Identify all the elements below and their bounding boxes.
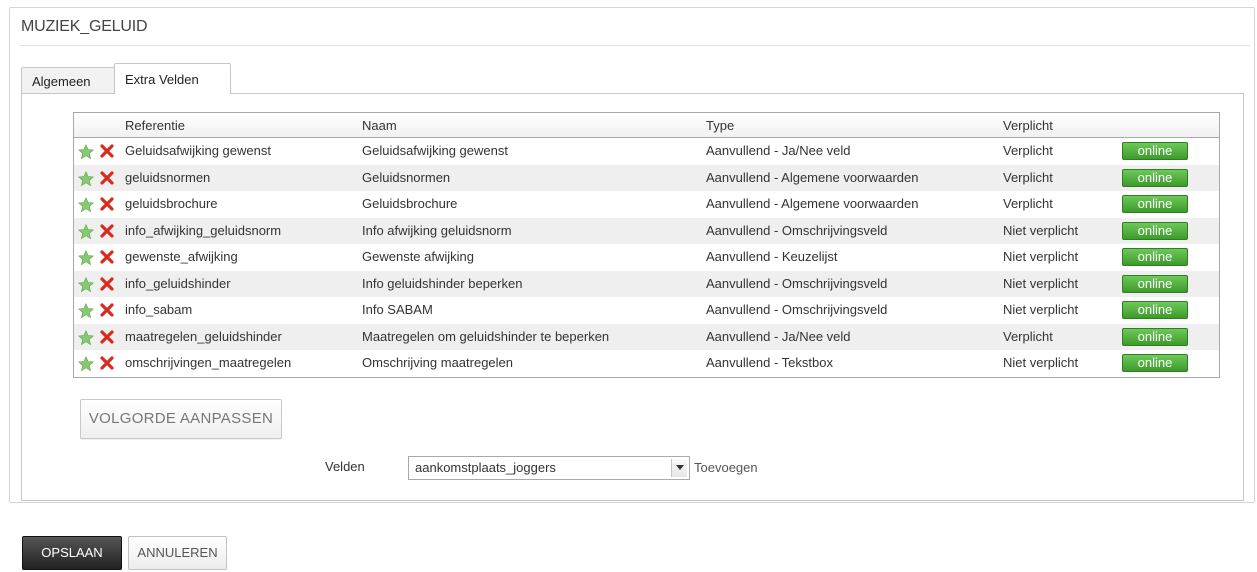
extra-fields-table: Referentie Naam Type Verplicht Geluidsaf… (73, 112, 1220, 378)
star-icon[interactable] (77, 329, 95, 346)
table-row: info_afwijking_geluidsnorm Info afwijking… (74, 217, 1219, 244)
online-button[interactable]: online (1122, 301, 1188, 319)
table-row: Geluidsafwijking gewenst Geluidsafwijking… (74, 138, 1219, 165)
table-row: geluidsbrochure Geluidsbrochure Aanvullend… (74, 191, 1219, 218)
close-icon[interactable] (100, 223, 114, 238)
cell-referentie: info_geluidshinder (125, 275, 231, 291)
cell-verplicht: Niet verplicht (1003, 302, 1079, 317)
table-row: maatregelen_geluidshinder Maatregelen om … (74, 323, 1219, 350)
close-icon[interactable] (100, 250, 114, 264)
cell-type: Aanvullend - Omschrijvingsveld (706, 222, 888, 238)
cell-type: Aanvullend - Ja/Nee veld (706, 143, 851, 158)
table-row: info_geluidshinder Info geluidshinder bep… (74, 270, 1219, 297)
cell-referentie: omschrijvingen_maatregelen (125, 355, 292, 370)
star-icon[interactable] (77, 223, 95, 240)
close-icon[interactable] (100, 303, 114, 317)
cell-verplicht: Niet verplicht (1003, 355, 1079, 370)
star-icon[interactable] (77, 144, 95, 160)
tab-extra-velden[interactable]: Extra Velden (114, 63, 231, 94)
star-icon[interactable] (77, 197, 95, 213)
cell-type: Aanvullend - Omschrijvingsveld (706, 302, 888, 317)
cancel-button[interactable]: ANNULEREN (128, 536, 227, 570)
content-panel: MUZIEK_GELUID Algemeen Extra Velden Refe… (9, 7, 1255, 503)
column-header-verplicht: Verplicht (1003, 118, 1053, 133)
cell-verplicht: Niet verplicht (1003, 275, 1079, 291)
cell-type: Aanvullend - Omschrijvingsveld (706, 275, 888, 291)
cell-referentie: info_sabam (125, 302, 193, 317)
star-icon[interactable] (77, 303, 95, 319)
table-row: gewenste_afwijking Gewenste afwijking Aanv… (74, 244, 1219, 271)
cell-referentie: maatregelen_geluidshinder (125, 328, 282, 344)
cell-verplicht: Verplicht (1003, 169, 1053, 185)
table-row: omschrijvingen_maatregelen Omschrijving m… (74, 350, 1219, 377)
cell-naam: Geluidsbrochure (362, 196, 458, 211)
cell-naam: Info SABAM (362, 302, 433, 317)
cell-verplicht: Verplicht (1003, 143, 1053, 158)
cell-naam: Info afwijking geluidsnorm (362, 222, 512, 238)
cell-naam: Maatregelen om geluidshinder te beperken (362, 328, 610, 344)
reorder-button[interactable]: VOLGORDE AANPASSEN (80, 399, 282, 439)
table-row: info_sabam Info SABAM Aanvullend - Omschri… (74, 297, 1219, 324)
star-icon[interactable] (77, 170, 95, 187)
cell-naam: Geluidsafwijking gewenst (362, 143, 508, 158)
cell-type: Aanvullend - Ja/Nee veld (706, 328, 851, 344)
close-icon[interactable] (100, 276, 114, 291)
cell-verplicht: Verplicht (1003, 196, 1053, 211)
cell-naam: Geluidsnormen (362, 169, 451, 185)
cell-verplicht: Niet verplicht (1003, 249, 1079, 264)
cell-referentie: geluidsbrochure (125, 196, 218, 211)
cell-naam: Info geluidshinder beperken (362, 275, 523, 291)
cell-verplicht: Verplicht (1003, 328, 1053, 344)
fields-label: Velden (325, 459, 365, 474)
column-header-type: Type (706, 118, 735, 133)
save-button[interactable]: OPSLAAN (22, 536, 122, 570)
table-body: Geluidsafwijking gewenst Geluidsafwijking… (74, 138, 1219, 377)
fields-select[interactable]: aankomstplaats_joggers (408, 456, 690, 480)
cell-referentie: geluidsnormen (125, 169, 211, 185)
close-icon[interactable] (100, 356, 114, 370)
tab-algemeen[interactable]: Algemeen (21, 67, 115, 94)
divider (20, 45, 1250, 46)
online-button[interactable]: online (1122, 221, 1188, 240)
chevron-down-icon[interactable] (671, 459, 687, 477)
cell-naam: Gewenste afwijking (362, 249, 474, 264)
cell-naam: Omschrijving maatregelen (362, 355, 514, 370)
close-icon[interactable] (100, 329, 114, 344)
column-header-naam: Naam (362, 118, 397, 133)
add-field-link[interactable]: Toevoegen (694, 460, 758, 475)
cell-type: Aanvullend - Tekstbox (706, 355, 833, 370)
table-header: Referentie Naam Type Verplicht (74, 113, 1219, 138)
column-header-referentie: Referentie (125, 118, 185, 133)
cell-referentie: info_afwijking_geluidsnorm (125, 222, 282, 238)
star-icon[interactable] (77, 356, 95, 372)
online-button[interactable]: online (1122, 248, 1188, 266)
page-title: MUZIEK_GELUID (21, 18, 148, 35)
star-icon[interactable] (77, 276, 95, 293)
online-button[interactable]: online (1122, 195, 1188, 213)
close-icon[interactable] (100, 197, 114, 211)
online-button[interactable]: online (1122, 327, 1188, 346)
cell-verplicht: Niet verplicht (1003, 222, 1079, 238)
fields-select-value: aankomstplaats_joggers (415, 460, 556, 475)
close-icon[interactable] (100, 144, 114, 158)
cell-referentie: Geluidsafwijking gewenst (125, 143, 271, 158)
cell-referentie: gewenste_afwijking (125, 249, 238, 264)
table-row: geluidsnormen Geluidsnormen Aanvullend - A… (74, 164, 1219, 191)
star-icon[interactable] (77, 250, 95, 266)
online-button[interactable]: online (1122, 354, 1188, 372)
online-button[interactable]: online (1122, 168, 1188, 187)
cell-type: Aanvullend - Keuzelijst (706, 249, 838, 264)
cell-type: Aanvullend - Algemene voorwaarden (706, 196, 919, 211)
close-icon[interactable] (100, 170, 114, 185)
online-button[interactable]: online (1122, 274, 1188, 293)
tab-panel: Referentie Naam Type Verplicht Geluidsaf… (21, 93, 1244, 501)
cell-type: Aanvullend - Algemene voorwaarden (706, 169, 919, 185)
online-button[interactable]: online (1122, 142, 1188, 160)
